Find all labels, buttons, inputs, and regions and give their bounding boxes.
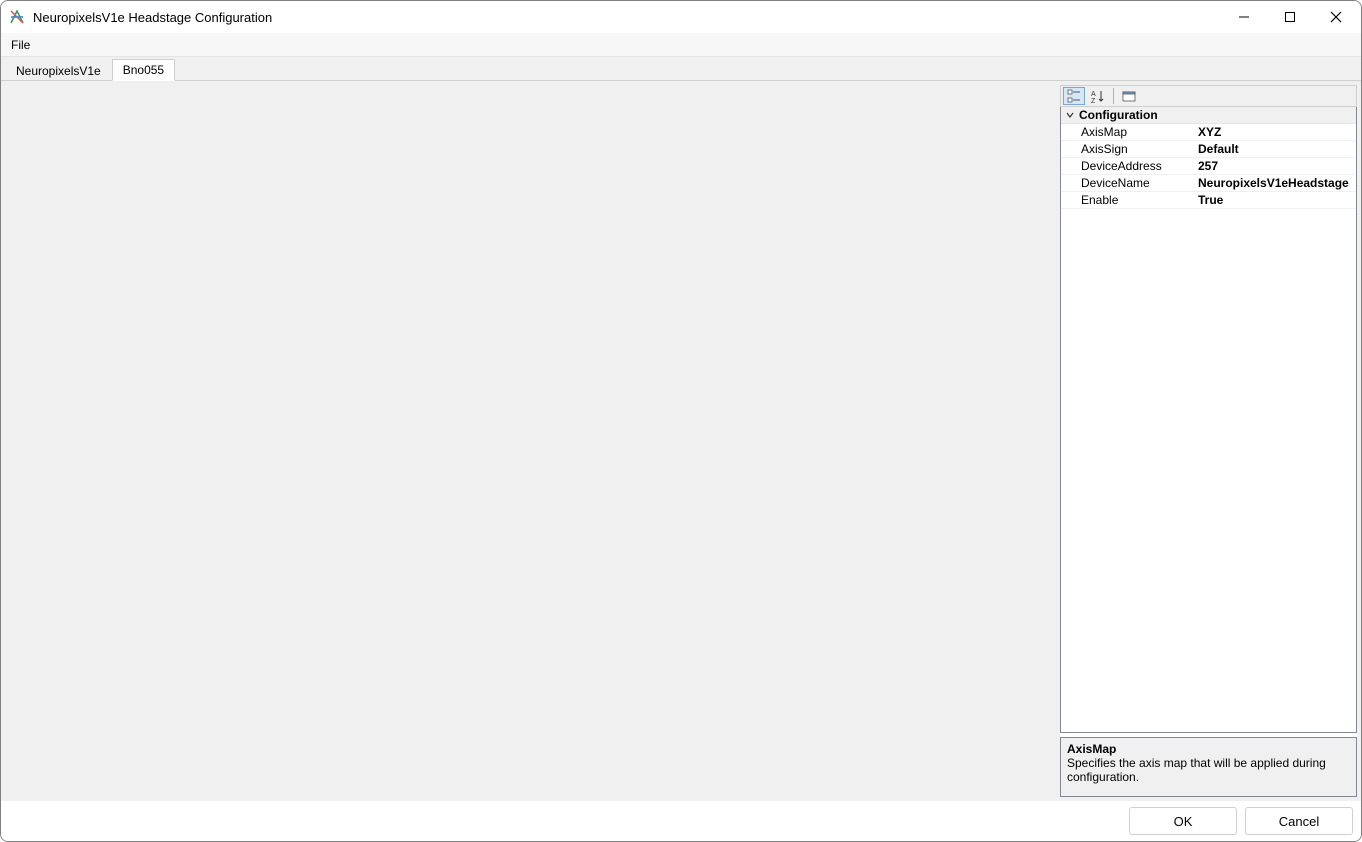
window-frame: NeuropixelsV1e Headstage Configuration F… (0, 0, 1362, 842)
chevron-down-icon (1063, 108, 1077, 122)
prop-value[interactable]: 257 (1196, 158, 1356, 174)
prop-value[interactable]: True (1196, 192, 1356, 208)
prop-row-enable[interactable]: Enable True (1061, 192, 1356, 209)
property-rows: Configuration AxisMap XYZ AxisSign Defau… (1061, 107, 1356, 732)
prop-row-axissign[interactable]: AxisSign Default (1061, 141, 1356, 158)
tab-neuropixelsv1e[interactable]: NeuropixelsV1e (5, 60, 112, 81)
group-configuration[interactable]: Configuration (1061, 107, 1356, 124)
categorized-button[interactable] (1063, 87, 1085, 105)
content-inner: A Z (5, 85, 1357, 797)
tab-bno055[interactable]: Bno055 (112, 59, 175, 81)
app-icon (9, 9, 25, 25)
main-panel (5, 85, 1060, 797)
menu-file[interactable]: File (1, 35, 40, 55)
description-title: AxisMap (1067, 742, 1350, 756)
toolbar-separator (1113, 88, 1114, 104)
tab-strip: NeuropixelsV1e Bno055 (1, 57, 1361, 81)
description-panel: AxisMap Specifies the axis map that will… (1060, 737, 1357, 797)
window-controls (1221, 1, 1359, 33)
prop-row-devicename[interactable]: DeviceName NeuropixelsV1eHeadstage (1061, 175, 1356, 192)
prop-name: AxisSign (1061, 141, 1196, 157)
cancel-button[interactable]: Cancel (1245, 807, 1353, 835)
window-title: NeuropixelsV1e Headstage Configuration (33, 10, 1221, 25)
property-toolbar: A Z (1060, 85, 1357, 107)
prop-name: DeviceAddress (1061, 158, 1196, 174)
description-text: Specifies the axis map that will be appl… (1067, 756, 1350, 784)
ok-button[interactable]: OK (1129, 807, 1237, 835)
prop-name: AxisMap (1061, 124, 1196, 140)
svg-text:A: A (1091, 91, 1096, 98)
prop-name: DeviceName (1061, 175, 1196, 191)
alphabetical-button[interactable]: A Z (1087, 87, 1109, 105)
maximize-button[interactable] (1267, 1, 1313, 33)
svg-text:Z: Z (1091, 98, 1096, 103)
content-area: A Z (1, 81, 1361, 801)
group-label: Configuration (1079, 108, 1158, 122)
minimize-button[interactable] (1221, 1, 1267, 33)
close-button[interactable] (1313, 1, 1359, 33)
property-panel: A Z (1060, 85, 1357, 797)
titlebar: NeuropixelsV1e Headstage Configuration (1, 1, 1361, 33)
property-grid[interactable]: Configuration AxisMap XYZ AxisSign Defau… (1060, 107, 1357, 733)
prop-name: Enable (1061, 192, 1196, 208)
prop-row-deviceaddress[interactable]: DeviceAddress 257 (1061, 158, 1356, 175)
prop-row-axismap[interactable]: AxisMap XYZ (1061, 124, 1356, 141)
prop-value[interactable]: XYZ (1196, 124, 1356, 140)
menubar: File (1, 33, 1361, 57)
property-pages-button[interactable] (1118, 87, 1140, 105)
dialog-buttons: OK Cancel (1, 801, 1361, 841)
prop-value[interactable]: Default (1196, 141, 1356, 157)
prop-value[interactable]: NeuropixelsV1eHeadstage (1196, 175, 1356, 191)
